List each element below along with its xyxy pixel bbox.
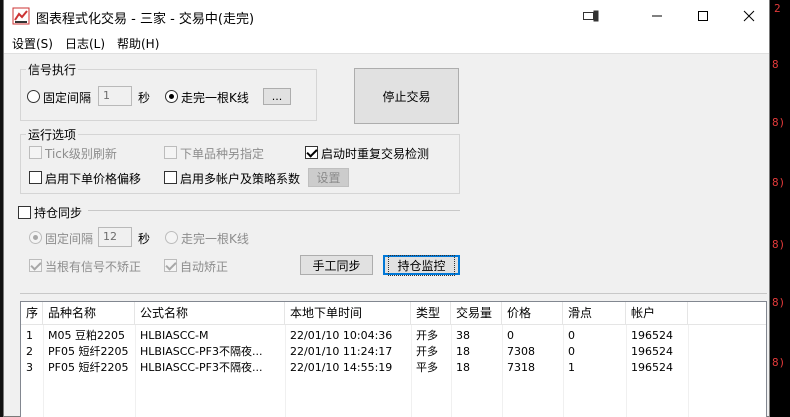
cell-volume: 38 <box>456 329 470 342</box>
col-header-type[interactable]: 类型 <box>411 302 451 325</box>
signal-interval-input[interactable]: 1 <box>98 86 132 106</box>
cell-time: 22/01/10 11:24:17 <box>290 345 393 358</box>
col-header-time[interactable]: 本地下单时间 <box>285 302 411 325</box>
signal-bar-close-radio[interactable] <box>165 90 178 103</box>
cell-time: 22/01/10 10:04:36 <box>290 329 393 342</box>
cell-slippage: 0 <box>568 329 575 342</box>
cell-symbol: PF05 短纤2205 <box>48 361 129 374</box>
col-header-slippage[interactable]: 滑点 <box>563 302 626 325</box>
cell-formula: HLBIASCC-PF3不隔夜... <box>140 345 263 358</box>
maximize-button[interactable] <box>680 0 726 32</box>
price-offset-checkbox[interactable] <box>29 171 42 184</box>
menu-settings[interactable]: 设置(S) <box>12 35 53 52</box>
minimize-icon <box>652 15 662 17</box>
tick-refresh-checkbox[interactable] <box>29 146 42 159</box>
col-header-account[interactable]: 帐户 <box>626 302 688 325</box>
cell-account: 196524 <box>631 361 673 374</box>
cell-type: 开多 <box>416 329 438 342</box>
manual-sync-button[interactable]: 手工同步 <box>300 255 373 275</box>
main-window: 图表程式化交易 - 三家 - 交易中(走完) 设置(S) 日志(L) 帮助(H)… <box>3 0 770 417</box>
cell-index: 3 <box>26 361 33 374</box>
restart-check-checkbox[interactable] <box>305 146 318 159</box>
orders-table[interactable]: 序 品种名称 公式名称 本地下单时间 类型 交易量 价格 滑点 帐户 1 M05… <box>20 301 767 417</box>
cell-index: 2 <box>26 345 33 358</box>
price-offset-label: 启用下单价格偏移 <box>45 172 142 186</box>
window-title: 图表程式化交易 - 三家 - 交易中(走完) <box>36 12 255 27</box>
restart-check-label: 启动时重复交易检测 <box>321 147 430 161</box>
menu-help[interactable]: 帮助(H) <box>117 35 159 52</box>
position-sync-divider <box>88 210 460 211</box>
window-pin-button[interactable] <box>568 0 614 32</box>
no-signal-correct-label: 当根有信号不矫正 <box>45 260 142 274</box>
signal-execution-label: 信号执行 <box>26 61 79 78</box>
signal-fixed-interval-label: 固定间隔 <box>43 91 92 105</box>
window-pin-icon <box>583 10 599 22</box>
cell-type: 开多 <box>416 345 438 358</box>
multi-account-settings-button[interactable]: 设置 <box>308 168 349 187</box>
maximize-icon <box>698 11 708 21</box>
position-monitor-button[interactable]: 持仓监控 <box>383 254 460 276</box>
table-top-divider <box>20 293 767 294</box>
auto-correct-label: 自动矫正 <box>180 260 229 274</box>
cell-price: 7318 <box>507 361 535 374</box>
sync-fixed-interval-label: 固定间隔 <box>45 232 94 246</box>
multi-account-checkbox[interactable] <box>164 171 177 184</box>
multi-account-label: 启用多帐户及策略系数 <box>180 172 301 186</box>
minimize-button[interactable] <box>634 0 680 32</box>
cell-price: 7308 <box>507 345 535 358</box>
tick-refresh-label: Tick级别刷新 <box>45 147 117 161</box>
alt-symbol-checkbox[interactable] <box>164 146 177 159</box>
col-header-volume[interactable]: 交易量 <box>451 302 502 325</box>
cell-formula: HLBIASCC-M <box>140 329 209 342</box>
col-header-price[interactable]: 价格 <box>502 302 563 325</box>
cell-symbol: M05 豆粕2205 <box>48 329 125 342</box>
app-logo-icon <box>12 7 30 25</box>
run-options-label: 运行选项 <box>26 126 79 143</box>
cell-account: 196524 <box>631 329 673 342</box>
alt-symbol-label: 下单品种另指定 <box>180 147 265 161</box>
background-chart-strip: 2 8 8) 8) 8) 8) 8) <box>770 0 790 417</box>
sync-bar-close-label: 走完一根K线 <box>181 232 249 246</box>
cell-symbol: PF05 短纤2205 <box>48 345 129 358</box>
title-bar: 图表程式化交易 - 三家 - 交易中(走完) <box>4 0 769 32</box>
stop-trading-button[interactable]: 停止交易 <box>354 68 459 124</box>
position-monitor-label: 持仓监控 <box>388 254 455 276</box>
signal-browse-button[interactable]: ... <box>263 88 291 105</box>
cell-account: 196524 <box>631 345 673 358</box>
cell-time: 22/01/10 14:55:19 <box>290 361 393 374</box>
sync-fixed-interval-radio[interactable] <box>29 231 42 244</box>
col-header-index[interactable]: 序 <box>21 302 43 325</box>
cell-formula: HLBIASCC-PF3不隔夜... <box>140 361 263 374</box>
auto-correct-checkbox[interactable] <box>164 259 177 272</box>
close-button[interactable] <box>726 0 772 32</box>
cell-slippage: 0 <box>568 345 575 358</box>
sync-interval-unit: 秒 <box>138 232 151 246</box>
signal-interval-unit: 秒 <box>138 91 151 105</box>
signal-fixed-interval-radio[interactable] <box>27 90 40 103</box>
table-header: 序 品种名称 公式名称 本地下单时间 类型 交易量 价格 滑点 帐户 <box>21 302 766 325</box>
cell-index: 1 <box>26 329 33 342</box>
position-sync-checkbox[interactable] <box>18 206 31 219</box>
menu-bar: 设置(S) 日志(L) 帮助(H) <box>4 32 769 54</box>
table-row[interactable]: 2 PF05 短纤2205 HLBIASCC-PF3不隔夜... 22/01/1… <box>21 344 766 359</box>
cell-price: 0 <box>507 329 514 342</box>
position-sync-label: 持仓同步 <box>34 206 83 220</box>
table-row[interactable]: 1 M05 豆粕2205 HLBIASCC-M 22/01/10 10:04:3… <box>21 328 766 343</box>
signal-bar-close-label: 走完一根K线 <box>181 91 249 105</box>
cell-slippage: 1 <box>568 361 575 374</box>
no-signal-correct-checkbox[interactable] <box>29 259 42 272</box>
close-icon <box>743 10 755 22</box>
sync-interval-input[interactable]: 12 <box>98 227 132 247</box>
col-header-formula[interactable]: 公式名称 <box>135 302 285 325</box>
cell-volume: 18 <box>456 361 470 374</box>
sync-bar-close-radio[interactable] <box>165 231 178 244</box>
col-header-symbol[interactable]: 品种名称 <box>43 302 135 325</box>
cell-volume: 18 <box>456 345 470 358</box>
cell-type: 平多 <box>416 361 438 374</box>
menu-log[interactable]: 日志(L) <box>65 35 105 52</box>
table-row[interactable]: 3 PF05 短纤2205 HLBIASCC-PF3不隔夜... 22/01/1… <box>21 360 766 375</box>
